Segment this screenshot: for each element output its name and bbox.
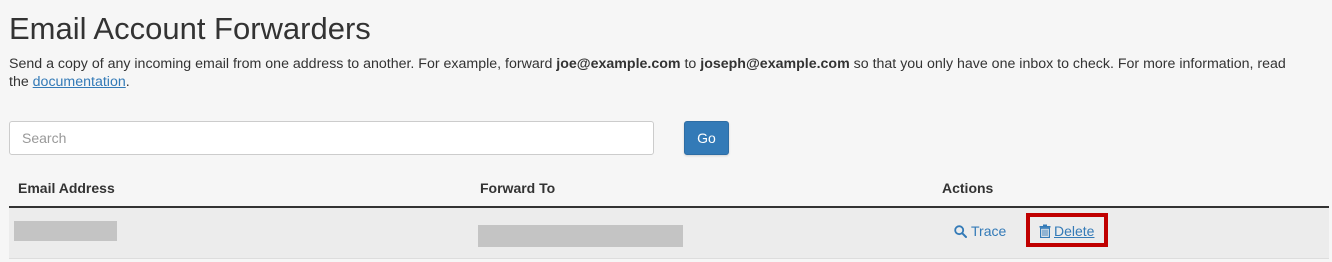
redacted-forward-to <box>478 225 683 247</box>
go-button[interactable]: Go <box>684 121 729 155</box>
column-header-email-address[interactable]: Email Address <box>18 180 115 196</box>
example-to-address: joseph@example.com <box>700 56 850 72</box>
trace-label: Trace <box>971 223 1007 239</box>
redacted-email-address <box>14 221 117 241</box>
example-from-address: joe@example.com <box>556 56 681 72</box>
description-text-4: . <box>125 74 130 90</box>
documentation-link[interactable]: documentation <box>33 74 126 90</box>
table-header: Email Address Forward To Actions <box>9 170 1329 208</box>
search-icon <box>954 224 967 238</box>
delete-link[interactable]: Delete <box>1039 223 1094 239</box>
page-description: Send a copy of any incoming email from o… <box>9 55 1309 91</box>
trace-link[interactable]: Trace <box>954 223 1006 239</box>
description-text-1: Send a copy of any incoming email from o… <box>9 56 557 72</box>
column-header-forward-to[interactable]: Forward To <box>480 180 555 196</box>
trash-icon <box>1039 224 1051 238</box>
page-title: Email Account Forwarders <box>9 11 371 46</box>
search-input[interactable] <box>9 121 654 155</box>
column-header-actions: Actions <box>942 180 994 196</box>
delete-label: Delete <box>1054 223 1095 239</box>
table-row: Trace Delete <box>9 208 1329 259</box>
description-text-2: to <box>680 56 701 72</box>
